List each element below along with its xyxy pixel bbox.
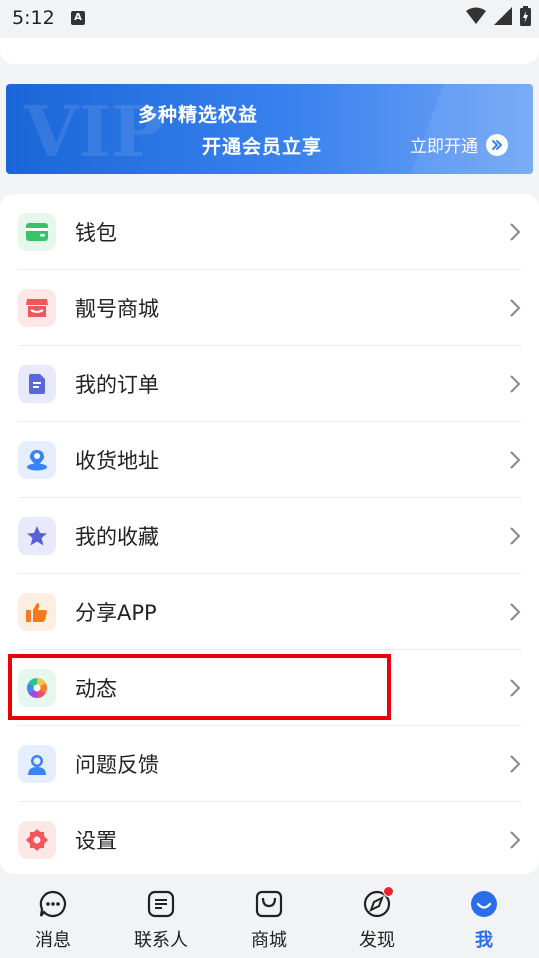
- compass-icon: [337, 886, 417, 920]
- menu-item-share-app[interactable]: 分享APP: [18, 574, 522, 650]
- tab-discover[interactable]: 发现: [337, 886, 417, 952]
- cellular-signal-icon: [494, 7, 512, 25]
- status-time: 5:12: [12, 7, 55, 29]
- menu-item-favorites[interactable]: 我的收藏: [18, 498, 522, 574]
- bottom-tab-bar: 消息 联系人 商城 发现 我: [0, 874, 539, 958]
- vip-open-label: 立即开通: [410, 137, 478, 157]
- chevron-right-icon: [510, 603, 521, 621]
- store-icon: [18, 289, 56, 327]
- menu-item-label: 设置: [75, 829, 117, 853]
- tab-me[interactable]: 我: [444, 888, 524, 952]
- tab-label: 商城: [251, 930, 287, 951]
- shopping-bag-icon: [229, 888, 309, 920]
- order-doc-icon: [18, 365, 56, 403]
- tab-label: 消息: [35, 930, 71, 951]
- menu-item-label: 我的订单: [75, 373, 159, 397]
- vip-banner[interactable]: VIP 多种精选权益 开通会员立享 立即开通: [6, 84, 533, 174]
- chevron-right-icon: [510, 527, 521, 545]
- menu-item-label: 钱包: [75, 221, 117, 245]
- chevron-right-icon: [510, 679, 521, 697]
- menu-item-wallet[interactable]: 钱包: [18, 194, 522, 270]
- vip-title: 多种精选权益: [138, 104, 259, 126]
- vip-subtitle: 开通会员立享: [202, 136, 323, 158]
- menu-item-my-orders[interactable]: 我的订单: [18, 346, 522, 422]
- menu-item-settings[interactable]: 设置: [18, 802, 522, 878]
- tab-label: 联系人: [134, 930, 188, 951]
- wifi-icon: [466, 7, 486, 24]
- status-icons: [466, 6, 531, 26]
- menu-item-label: 分享APP: [75, 601, 157, 625]
- profile-card-bottom: [0, 38, 539, 64]
- highlight-box: [8, 654, 391, 720]
- menu-item-number-store[interactable]: 靓号商城: [18, 270, 522, 346]
- gear-icon: [18, 821, 56, 859]
- tab-label: 发现: [359, 930, 395, 951]
- customer-service-icon: [18, 745, 56, 783]
- star-icon: [18, 517, 56, 555]
- chevron-right-icon: [510, 831, 521, 849]
- battery-charging-icon: [520, 6, 531, 26]
- tab-label: 我: [475, 930, 493, 951]
- vip-banner-decoration: [410, 84, 533, 174]
- tab-contacts[interactable]: 联系人: [121, 888, 201, 952]
- location-pin-icon: [18, 441, 56, 479]
- menu-item-label: 我的收藏: [75, 525, 159, 549]
- menu-item-shipping-address[interactable]: 收货地址: [18, 422, 522, 498]
- menu-item-label: 问题反馈: [75, 753, 159, 777]
- status-bar: 5:12 A: [0, 0, 539, 38]
- menu-item-label: 收货地址: [75, 449, 159, 473]
- vip-open-button[interactable]: 立即开通: [410, 132, 508, 157]
- arrow-right-circle-icon: [486, 133, 508, 156]
- menu-item-label: 靓号商城: [75, 297, 159, 321]
- chevron-right-icon: [510, 299, 521, 317]
- menu-item-feedback[interactable]: 问题反馈: [18, 726, 522, 802]
- contacts-icon: [121, 888, 201, 920]
- message-bubble-icon: [13, 888, 93, 920]
- menu-card: 钱包 靓号商城 我的订单 收货地址 我的收藏 分享APP 动态 问题反馈 设置: [0, 194, 539, 874]
- chevron-right-icon: [510, 375, 521, 393]
- chevron-right-icon: [510, 223, 521, 241]
- smile-profile-icon: [444, 888, 524, 920]
- thumbs-up-icon: [18, 593, 56, 631]
- keyboard-indicator-icon: A: [71, 11, 85, 25]
- notification-dot: [383, 886, 394, 897]
- tab-mall[interactable]: 商城: [229, 888, 309, 952]
- chevron-right-icon: [510, 755, 521, 773]
- tab-messages[interactable]: 消息: [13, 888, 93, 952]
- chevron-right-icon: [510, 451, 521, 469]
- wallet-icon: [18, 213, 56, 251]
